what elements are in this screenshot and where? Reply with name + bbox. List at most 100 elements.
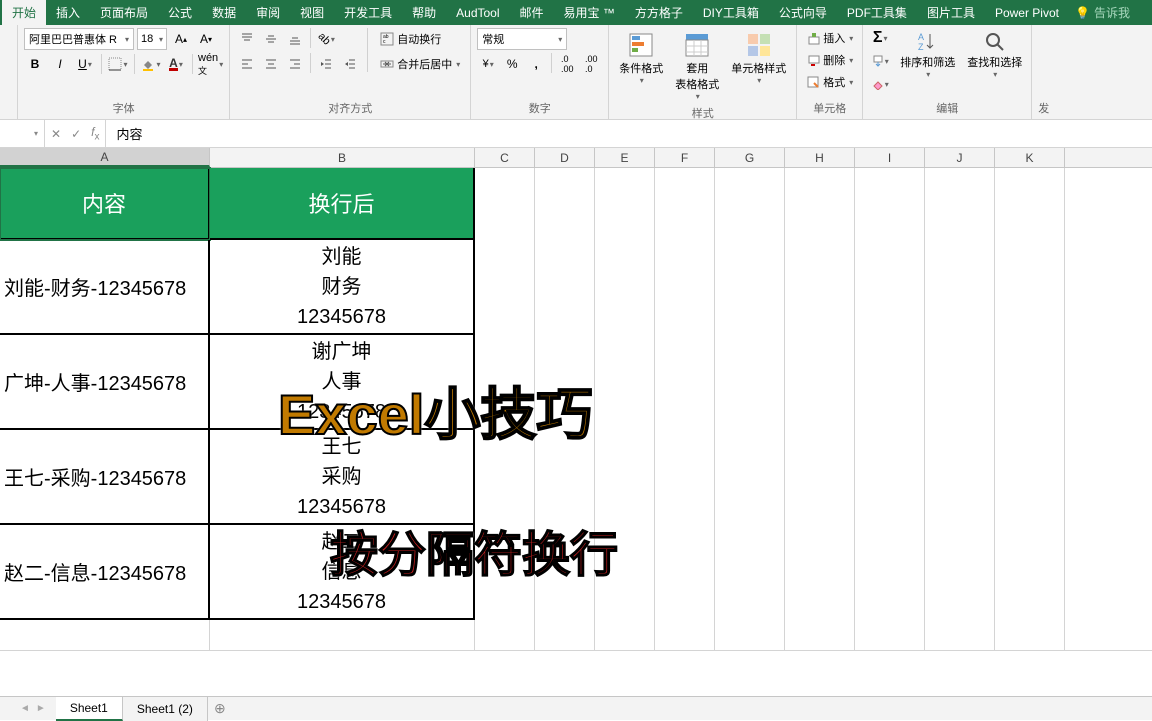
col-header-j[interactable]: J xyxy=(925,148,995,167)
cell-a4[interactable]: 王七-采购-12345678 xyxy=(0,430,210,525)
sheet-tab-2[interactable]: Sheet1 (2) xyxy=(123,697,208,721)
tab-developer[interactable]: 开发工具 xyxy=(334,0,402,25)
percent-button[interactable]: % xyxy=(501,53,523,75)
tab-diy[interactable]: DIY工具箱 xyxy=(693,0,769,25)
sort-filter-button[interactable]: AZ 排序和筛选▾ xyxy=(897,28,958,81)
tab-data[interactable]: 数据 xyxy=(202,0,246,25)
cell-k1[interactable] xyxy=(995,168,1065,240)
cell-empty-a[interactable] xyxy=(0,620,210,650)
tab-formulas[interactable]: 公式 xyxy=(158,0,202,25)
conditional-format-button[interactable]: 条件格式▾ xyxy=(615,28,667,87)
clear-button[interactable]: ▾ xyxy=(869,74,891,94)
align-bottom-button[interactable] xyxy=(284,28,306,50)
bold-button[interactable]: B xyxy=(24,53,46,75)
align-left-button[interactable] xyxy=(236,53,258,75)
cell-j1[interactable] xyxy=(925,168,995,240)
decrease-decimal-button[interactable]: .00.0 xyxy=(580,53,602,75)
decrease-font-button[interactable]: A▾ xyxy=(195,28,217,50)
table-format-button[interactable]: 套用 表格格式▾ xyxy=(671,28,723,103)
tell-me[interactable]: 💡 告诉我 xyxy=(1075,4,1130,21)
cell-h1[interactable] xyxy=(785,168,855,240)
insert-function-button[interactable]: fx xyxy=(91,125,99,142)
tab-home[interactable]: 开始 xyxy=(2,0,46,25)
align-center-button[interactable] xyxy=(260,53,282,75)
format-cells-button[interactable]: 格式▾ xyxy=(803,72,856,92)
tab-image[interactable]: 图片工具 xyxy=(917,0,985,25)
increase-font-button[interactable]: A▴ xyxy=(170,28,192,50)
cell-style-button[interactable]: 单元格样式▾ xyxy=(727,28,790,87)
autosum-button[interactable]: Σ▾ xyxy=(869,28,891,48)
cancel-formula-button[interactable]: ✕ xyxy=(51,127,61,141)
increase-decimal-button[interactable]: .0.00 xyxy=(556,53,578,75)
cell-b2[interactable]: 刘能财务12345678 xyxy=(210,240,475,335)
wrap-text-button[interactable]: abc 自动换行 xyxy=(376,28,464,50)
font-size-select[interactable]: 18▾ xyxy=(137,28,167,50)
merge-center-button[interactable]: 合并后居中▾ xyxy=(376,53,464,75)
tab-mail[interactable]: 邮件 xyxy=(510,0,554,25)
tab-powerpivot[interactable]: Power Pivot xyxy=(985,0,1069,25)
tab-fwizard[interactable]: 公式向导 xyxy=(769,0,837,25)
col-header-f[interactable]: F xyxy=(655,148,715,167)
delete-cells-button[interactable]: 删除▾ xyxy=(803,50,856,70)
tab-audtool[interactable]: AudTool xyxy=(446,0,509,25)
cell-e1[interactable] xyxy=(595,168,655,240)
align-middle-button[interactable] xyxy=(260,28,282,50)
italic-button[interactable]: I xyxy=(49,53,71,75)
cell-a2[interactable]: 刘能-财务-12345678 xyxy=(0,240,210,335)
indent-decrease-button[interactable] xyxy=(315,53,337,75)
group-extra: 发 xyxy=(1032,25,1055,119)
cell-f1[interactable] xyxy=(655,168,715,240)
insert-cells-button[interactable]: 插入▾ xyxy=(803,28,856,48)
name-box-input[interactable] xyxy=(6,127,34,141)
align-top-button[interactable] xyxy=(236,28,258,50)
tab-insert[interactable]: 插入 xyxy=(46,0,90,25)
underline-button[interactable]: U▾ xyxy=(74,53,96,75)
cell-i1[interactable] xyxy=(855,168,925,240)
orientation-button[interactable]: ab▾ xyxy=(315,28,337,50)
col-header-d[interactable]: D xyxy=(535,148,595,167)
fill-color-button[interactable]: ▾ xyxy=(140,53,162,75)
cell-c1[interactable] xyxy=(475,168,535,240)
tab-pdf[interactable]: PDF工具集 xyxy=(837,0,917,25)
cell-empty-b[interactable] xyxy=(210,620,475,650)
group-number-label: 数字 xyxy=(477,98,602,119)
cell-a5[interactable]: 赵二-信息-12345678 xyxy=(0,525,210,620)
sheet-tab-1[interactable]: Sheet1 xyxy=(56,697,123,721)
tab-yiyongbao[interactable]: 易用宝 ™ xyxy=(554,0,625,25)
col-header-a[interactable]: A xyxy=(0,148,210,167)
cell-a1[interactable]: 内容 xyxy=(0,168,210,240)
tab-view[interactable]: 视图 xyxy=(290,0,334,25)
name-box[interactable]: ▾ xyxy=(0,120,45,147)
fill-button[interactable]: ▾ xyxy=(869,51,891,71)
phonetic-button[interactable]: wén文▾ xyxy=(198,53,223,75)
tab-review[interactable]: 审阅 xyxy=(246,0,290,25)
align-right-button[interactable] xyxy=(284,53,306,75)
tab-layout[interactable]: 页面布局 xyxy=(90,0,158,25)
sheet-nav[interactable]: ◄► xyxy=(20,703,46,714)
col-header-e[interactable]: E xyxy=(595,148,655,167)
cell-g1[interactable] xyxy=(715,168,785,240)
comma-button[interactable]: , xyxy=(525,53,547,75)
accept-formula-button[interactable]: ✓ xyxy=(71,127,81,141)
number-format-select[interactable]: 常规▾ xyxy=(477,28,567,50)
col-header-g[interactable]: G xyxy=(715,148,785,167)
indent-increase-button[interactable] xyxy=(339,53,361,75)
font-color-button[interactable]: A ▾ xyxy=(165,53,187,75)
new-sheet-button[interactable]: ⊕ xyxy=(208,700,232,717)
col-header-h[interactable]: H xyxy=(785,148,855,167)
find-select-button[interactable]: 查找和选择▾ xyxy=(964,28,1025,81)
tab-ffgz[interactable]: 方方格子 xyxy=(625,0,693,25)
font-name-select[interactable]: 阿里巴巴普惠体 R▾ xyxy=(24,28,134,50)
col-header-c[interactable]: C xyxy=(475,148,535,167)
cell-d1[interactable] xyxy=(535,168,595,240)
group-cells-label: 单元格 xyxy=(803,98,856,119)
border-button[interactable]: ▾ xyxy=(107,53,129,75)
col-header-k[interactable]: K xyxy=(995,148,1065,167)
formula-input[interactable] xyxy=(106,126,1152,141)
cell-b1[interactable]: 换行后 xyxy=(210,168,475,240)
col-header-b[interactable]: B xyxy=(210,148,475,167)
accounting-format-button[interactable]: ¥▾ xyxy=(477,53,499,75)
col-header-i[interactable]: I xyxy=(855,148,925,167)
cell-a3[interactable]: 广坤-人事-12345678 xyxy=(0,335,210,430)
tab-help[interactable]: 帮助 xyxy=(402,0,446,25)
